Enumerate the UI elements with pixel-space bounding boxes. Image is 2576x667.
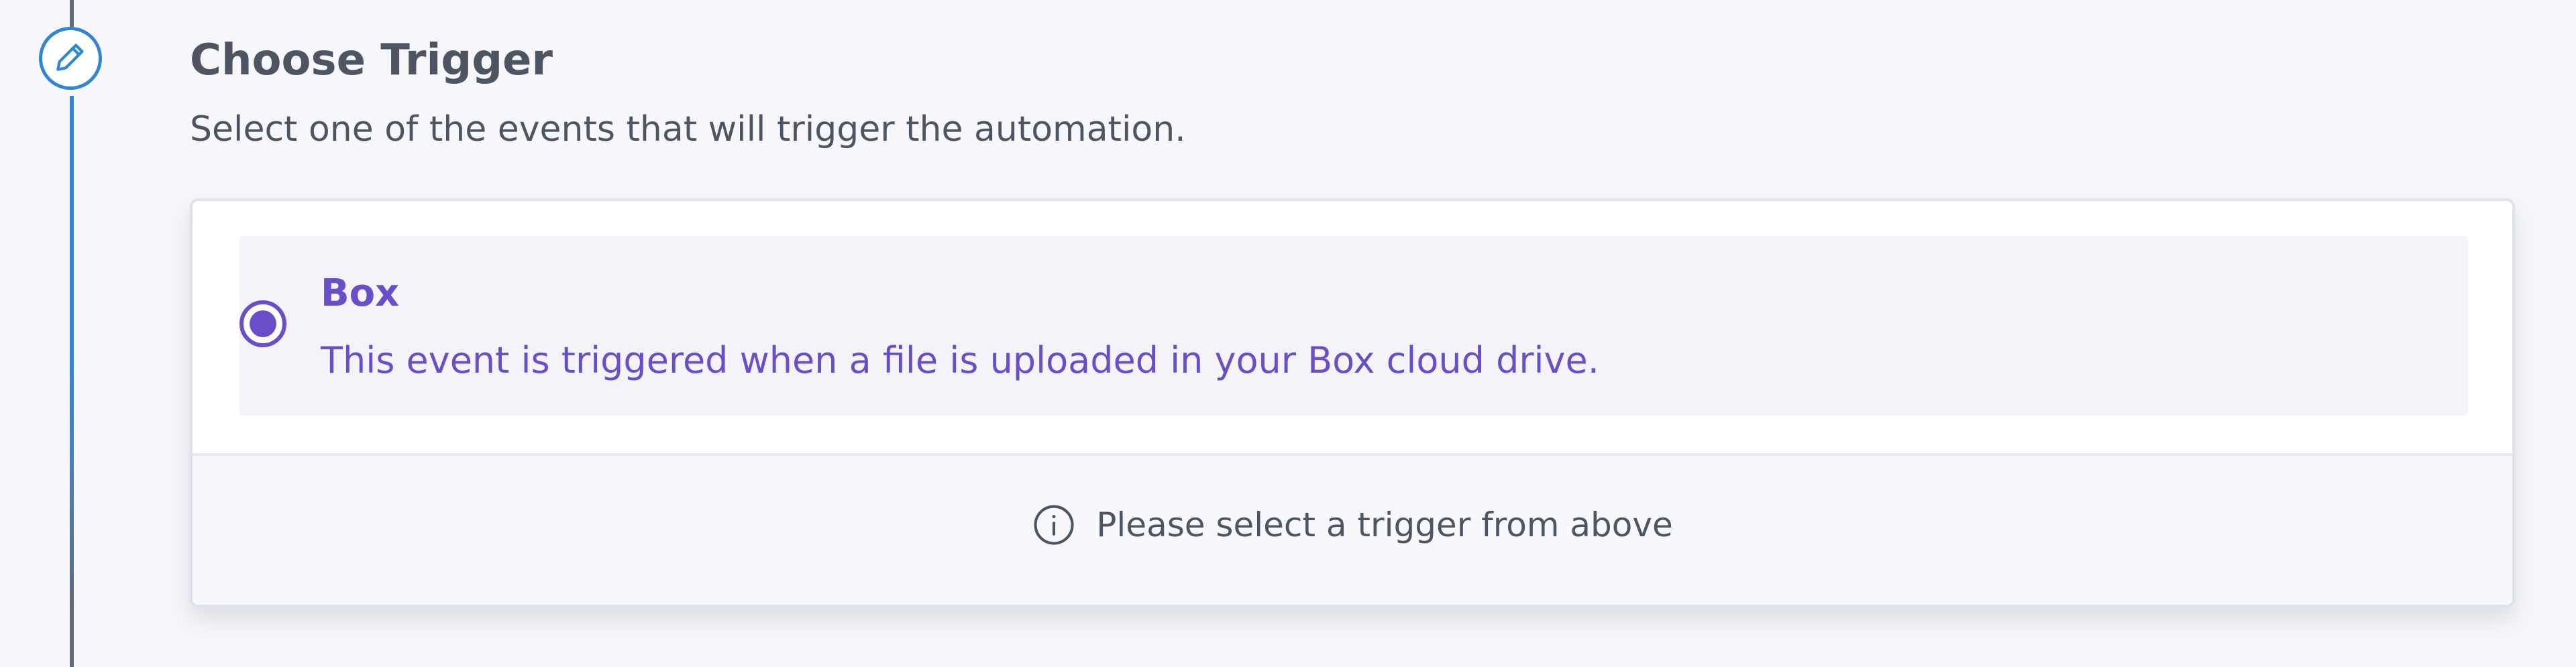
step-title: Choose Trigger [190,36,553,85]
trigger-option-title: Box [321,271,400,315]
radio-selected-dot [250,310,276,337]
step-indicator [39,27,102,90]
trigger-option-description: This event is triggered when a file is u… [321,339,1599,381]
footer-hint: Please select a trigger from above [193,503,2512,547]
trigger-radio-box[interactable] [239,300,286,347]
trigger-card-footer: Please select a trigger from above [193,453,2512,605]
info-icon [1032,503,1076,547]
timeline-connector [70,96,74,667]
timeline-connector-top [70,0,74,27]
trigger-card: Box This event is triggered when a file … [190,198,2515,607]
trigger-option-box[interactable]: Box This event is triggered when a file … [239,236,2468,416]
step-description: Select one of the events that will trigg… [190,109,1186,149]
automation-step-page: Choose Trigger Select one of the events … [0,0,2576,667]
pencil-icon [52,38,89,78]
footer-message: Please select a trigger from above [1096,505,1673,544]
